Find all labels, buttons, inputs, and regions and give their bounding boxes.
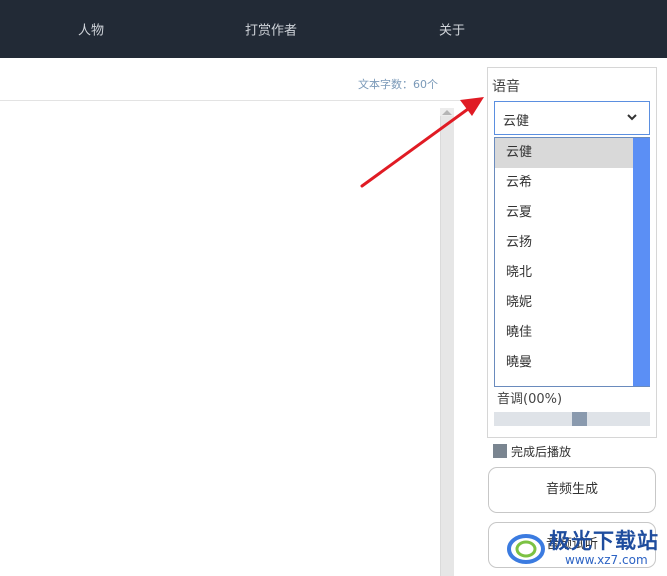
pitch-label: 音调(00%) xyxy=(497,392,563,407)
swirl-logo-icon xyxy=(507,534,545,564)
play-after-checkbox[interactable] xyxy=(493,444,507,458)
text-editor-area[interactable] xyxy=(0,58,470,576)
voice-option[interactable]: 云夏 xyxy=(495,198,633,228)
dropdown-scrollbar[interactable] xyxy=(633,138,650,386)
voice-option[interactable]: 晓北 xyxy=(495,258,633,288)
voice-select[interactable]: 云健 xyxy=(494,101,650,135)
nav-item-characters[interactable]: 人物 xyxy=(78,20,104,39)
voice-select-value: 云健 xyxy=(503,114,530,129)
voice-option[interactable]: 云希 xyxy=(495,168,633,198)
voice-option[interactable]: 云健 xyxy=(495,138,633,168)
pitch-slider-thumb[interactable] xyxy=(572,412,587,426)
editor-divider xyxy=(0,100,462,101)
scroll-up-arrow-icon[interactable] xyxy=(442,110,452,115)
voice-option[interactable]: 云扬 xyxy=(495,228,633,258)
voice-label: 语音 xyxy=(492,79,520,95)
generate-audio-button[interactable]: 音频生成 xyxy=(488,467,656,513)
voice-option[interactable]: 曉佳 xyxy=(495,318,633,348)
watermark-brand: 极光下载站 xyxy=(549,529,659,553)
voice-dropdown-list[interactable]: 云健 云希 云夏 云扬 晓北 晓妮 曉佳 曉曼 xyxy=(494,137,650,387)
editor-scrollbar-thumb[interactable] xyxy=(440,116,454,576)
nav-item-about[interactable]: 关于 xyxy=(439,20,465,39)
chevron-down-icon xyxy=(627,114,637,121)
watermark-url: www.xz7.com xyxy=(565,553,648,567)
pitch-slider[interactable] xyxy=(494,412,650,426)
watermark: 极光下载站 www.xz7.com xyxy=(505,522,665,574)
top-nav-bar: 人物 打赏作者 关于 xyxy=(0,0,667,58)
play-after-label: 完成后播放 xyxy=(511,445,572,459)
voice-option[interactable]: 晓妮 xyxy=(495,288,633,318)
voice-option[interactable]: 曉曼 xyxy=(495,348,633,378)
char-count-text: 文本字数：60个 xyxy=(358,78,438,91)
nav-item-reward-author[interactable]: 打赏作者 xyxy=(245,20,297,39)
editor-scrollbar[interactable] xyxy=(440,108,454,576)
